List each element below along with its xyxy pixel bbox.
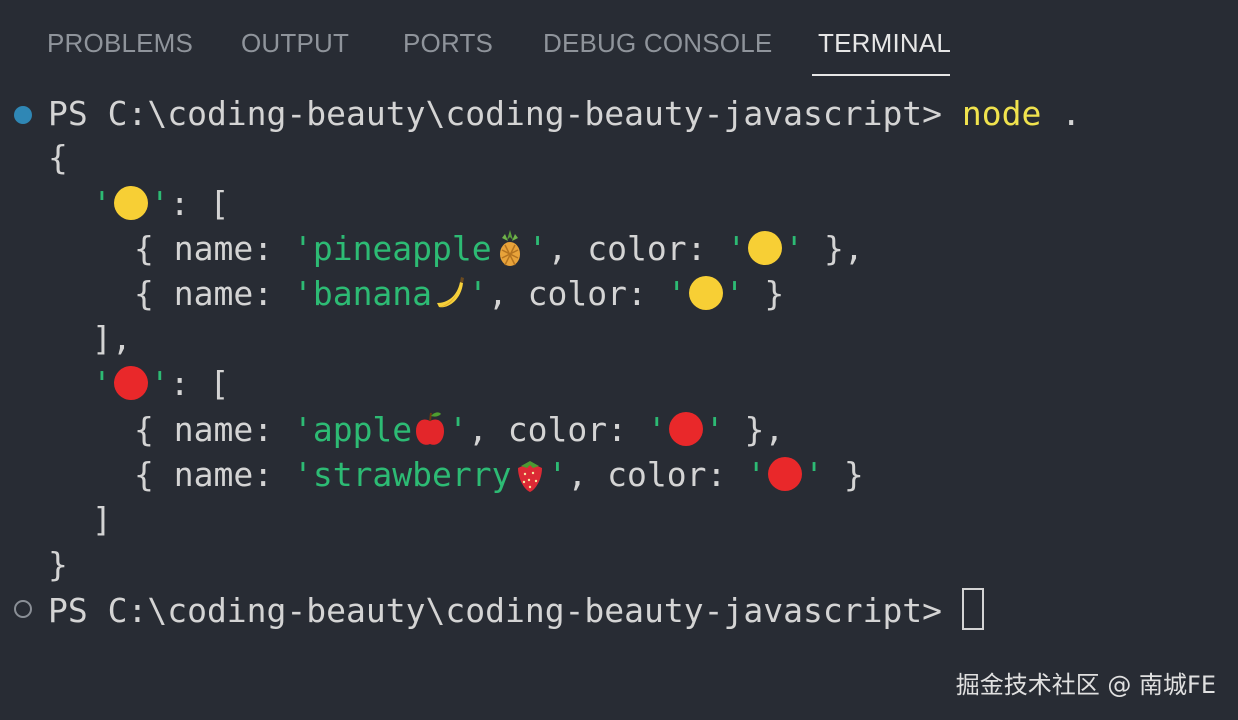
active-tab-indicator	[812, 74, 950, 76]
tab-ports[interactable]: PORTS	[403, 28, 493, 68]
command-name: node	[961, 94, 1042, 133]
tab-output[interactable]: OUTPUT	[241, 28, 349, 68]
group-close-line: ]	[92, 500, 112, 539]
command-success-dot[interactable]	[14, 106, 32, 124]
apple-icon	[413, 409, 447, 449]
pineapple-icon	[493, 228, 527, 268]
red-circle-icon	[668, 412, 703, 446]
terminal-output[interactable]: PS C:\coding-beauty\coding-beauty-javasc…	[0, 92, 1238, 652]
group-close-line: ],	[92, 319, 132, 358]
terminal-command-line: PS C:\coding-beauty\coding-beauty-javasc…	[48, 92, 1081, 136]
yellow-circle-icon	[113, 186, 148, 220]
terminal-prompt-line: PS C:\coding-beauty\coding-beauty-javasc…	[48, 588, 984, 632]
strawberry-icon	[513, 454, 547, 494]
banana-icon	[433, 273, 467, 313]
prompt-text: PS C:\coding-beauty\coding-beauty-javasc…	[48, 591, 943, 630]
prompt-text: PS C:\coding-beauty\coding-beauty-javasc…	[48, 94, 943, 133]
fruit-name: pineapple	[312, 229, 492, 268]
list-item: { name: 'banana ', color: ' ' }	[134, 273, 785, 313]
output-close-brace: }	[48, 545, 68, 584]
red-circle-icon	[113, 366, 148, 400]
watermark: 掘金技术社区 @ 南城FE	[955, 671, 1216, 699]
panel-tab-bar: PROBLEMS OUTPUT PORTS DEBUG CONSOLE TERM…	[0, 0, 1238, 78]
list-item: { name: 'apple ', color: ' ' },	[134, 409, 785, 449]
group-key-line: ' ': [	[92, 184, 230, 223]
yellow-circle-icon	[748, 231, 783, 265]
list-item: { name: 'strawberry ', color: ' ' }	[134, 454, 864, 494]
fruit-name: banana	[312, 274, 433, 313]
list-item: { name: 'pineapple ', color: ' ' },	[134, 228, 864, 268]
tab-problems[interactable]: PROBLEMS	[47, 28, 193, 68]
command-arg: .	[1061, 94, 1082, 133]
tab-terminal[interactable]: TERMINAL	[818, 28, 951, 68]
fruit-name: apple	[312, 410, 413, 449]
yellow-circle-icon	[688, 276, 723, 310]
output-open-brace: {	[48, 138, 68, 177]
terminal-cursor	[961, 588, 984, 630]
tab-debug-console[interactable]: DEBUG CONSOLE	[543, 28, 772, 68]
group-key-line: ' ': [	[92, 364, 230, 403]
red-circle-icon	[768, 457, 803, 491]
fruit-name: strawberry	[312, 455, 512, 494]
prompt-idle-dot[interactable]	[14, 600, 32, 618]
